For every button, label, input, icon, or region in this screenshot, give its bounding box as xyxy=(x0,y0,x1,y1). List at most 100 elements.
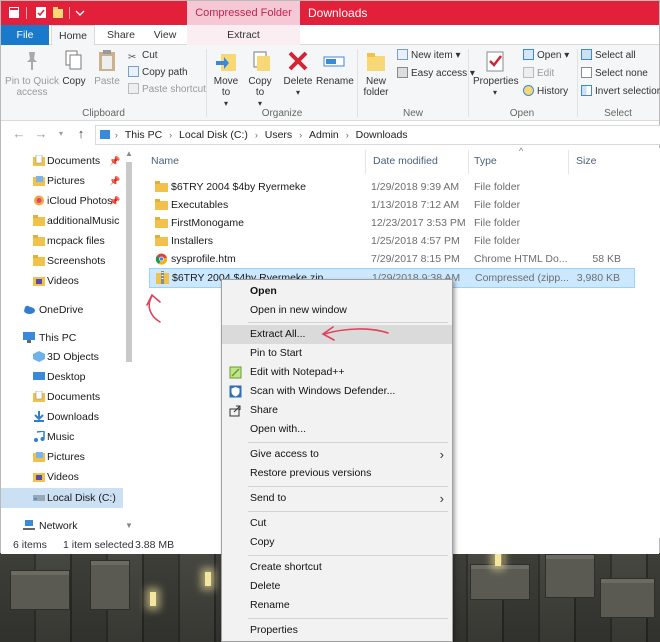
nav-item-additionalmusic[interactable]: additionalMusic xyxy=(1,211,123,231)
column-header-type[interactable]: Type xyxy=(474,155,497,167)
nav-item-3d-objects[interactable]: 3D Objects xyxy=(1,347,123,367)
copy-path-button[interactable]: Copy path xyxy=(128,66,188,80)
file-row[interactable]: $6TRY 2004 $4by Ryermeke 1/29/2018 9:39 … xyxy=(149,178,635,196)
scroll-up-icon[interactable]: ▲ xyxy=(123,148,135,160)
menu-item-edit-notepad[interactable]: Edit with Notepad++ xyxy=(222,363,452,382)
column-separator[interactable] xyxy=(468,150,469,174)
edit-button[interactable]: Edit xyxy=(523,67,554,81)
menu-item-open-with[interactable]: Open with... xyxy=(222,420,452,439)
easy-access-button[interactable]: Easy access ▾ xyxy=(397,67,475,81)
invert-selection-button[interactable]: Invert selection xyxy=(581,85,660,99)
select-all-button[interactable]: Select all xyxy=(581,49,636,63)
tab-home[interactable]: Home xyxy=(51,25,95,46)
nav-item-documents-pc[interactable]: Documents xyxy=(1,387,123,407)
pin-quick-access-button[interactable]: Pin to Quick access xyxy=(3,49,61,98)
group-label-new: New xyxy=(402,108,423,119)
nav-label: 3D Objects xyxy=(47,351,99,363)
computer-icon xyxy=(23,332,35,343)
address-bar[interactable]: › This PC › Local Disk (C:) › Users › Ad… xyxy=(95,125,660,145)
file-row[interactable]: sysprofile.htm 7/29/2017 8:15 PM Chrome … xyxy=(149,250,635,268)
breadcrumb-admin[interactable]: Admin xyxy=(309,129,339,141)
nav-item-videos-quick[interactable]: Videos xyxy=(1,271,123,291)
nav-item-screenshots[interactable]: Screenshots xyxy=(1,251,123,271)
column-separator[interactable] xyxy=(568,150,569,174)
tab-file[interactable]: File xyxy=(1,25,49,45)
menu-item-properties[interactable]: Properties xyxy=(222,621,452,640)
paste-button[interactable]: Paste xyxy=(93,49,121,87)
breadcrumb-this-pc[interactable]: This PC xyxy=(125,129,162,141)
menu-item-give-access[interactable]: Give access to › xyxy=(222,445,452,464)
forward-arrow-icon[interactable]: → xyxy=(33,126,49,142)
copy-to-button[interactable]: Copy to ▾ xyxy=(245,49,275,109)
menu-item-restore-versions[interactable]: Restore previous versions xyxy=(222,464,452,483)
music-note-icon xyxy=(34,431,45,442)
properties-label: Properties xyxy=(473,76,519,87)
menu-item-create-shortcut[interactable]: Create shortcut xyxy=(222,558,452,577)
nav-item-network[interactable]: Network xyxy=(1,516,123,536)
nav-item-music[interactable]: Music xyxy=(1,427,123,447)
nav-item-pictures-pc[interactable]: Pictures xyxy=(1,447,123,467)
new-folder-button[interactable]: New folder xyxy=(361,49,391,98)
file-row[interactable]: FirstMonogame 12/23/2017 3:53 PM File fo… xyxy=(149,214,635,232)
properties-check-icon[interactable] xyxy=(35,6,47,19)
menu-item-open[interactable]: Open xyxy=(222,282,452,301)
new-item-button[interactable]: New item ▾ xyxy=(397,49,461,63)
open-button[interactable]: Open ▾ xyxy=(523,49,569,63)
nav-item-videos-pc[interactable]: Videos xyxy=(1,467,123,487)
history-button[interactable]: History xyxy=(523,85,568,99)
menu-item-share[interactable]: Share xyxy=(222,401,452,420)
menu-item-scan-defender[interactable]: Scan with Windows Defender... xyxy=(222,382,452,401)
menu-item-open-new-window[interactable]: Open in new window xyxy=(222,301,452,320)
menu-item-pin-to-start[interactable]: Pin to Start xyxy=(222,344,452,363)
breadcrumb-local-disk[interactable]: Local Disk (C:) xyxy=(179,129,248,141)
new-folder-icon[interactable] xyxy=(52,6,64,19)
menu-item-extract-all[interactable]: Extract All... xyxy=(222,325,452,344)
quick-access-dropdown-icon[interactable] xyxy=(74,6,86,19)
menu-item-edit-notepad-label: Edit with Notepad++ xyxy=(250,366,345,378)
file-row[interactable]: Executables 1/13/2018 7:12 AM File folde… xyxy=(149,196,635,214)
nav-item-this-pc[interactable]: This PC xyxy=(1,328,123,348)
column-separator[interactable] xyxy=(365,150,366,174)
nav-scrollbar[interactable]: ▲ ▼ xyxy=(123,148,135,538)
nav-item-icloud-photos[interactable]: iCloud Photos 📌 xyxy=(1,191,123,211)
scroll-thumb[interactable] xyxy=(126,162,132,362)
nav-item-mcpack-files[interactable]: mcpack files xyxy=(1,231,123,251)
recent-locations-chevron-icon[interactable]: ▾ xyxy=(53,126,69,142)
column-header-date[interactable]: Date modified xyxy=(373,155,438,167)
up-arrow-icon[interactable]: ↑ xyxy=(73,126,89,142)
nav-item-pictures[interactable]: Pictures 📌 xyxy=(1,171,123,191)
properties-button[interactable]: Properties ▾ xyxy=(473,49,519,98)
tab-view[interactable]: View xyxy=(145,25,185,45)
menu-item-rename[interactable]: Rename xyxy=(222,596,452,615)
move-to-button[interactable]: Move to ▾ xyxy=(211,49,241,109)
onedrive-cloud-icon xyxy=(24,305,35,314)
tab-extract[interactable]: Extract xyxy=(187,25,300,45)
rename-button[interactable]: Rename xyxy=(316,49,354,87)
file-row[interactable]: Installers 1/25/2018 4:57 PM File folder xyxy=(149,232,635,250)
nav-item-local-disk[interactable]: Local Disk (C:) xyxy=(1,488,123,508)
paste-shortcut-button[interactable]: Paste shortcut xyxy=(128,83,206,97)
breadcrumb-users[interactable]: Users xyxy=(265,129,292,141)
nav-item-downloads[interactable]: Downloads xyxy=(1,407,123,427)
column-header-name[interactable]: Name xyxy=(151,155,179,167)
column-header-size[interactable]: Size xyxy=(576,155,596,167)
menu-separator xyxy=(248,511,448,512)
menu-item-cut[interactable]: Cut xyxy=(222,514,452,533)
menu-item-delete[interactable]: Delete xyxy=(222,577,452,596)
nav-item-documents[interactable]: Documents 📌 xyxy=(1,151,123,171)
open-icon xyxy=(523,49,534,60)
menu-item-send-to[interactable]: Send to › xyxy=(222,489,452,508)
nav-item-onedrive[interactable]: OneDrive xyxy=(1,300,123,320)
nav-item-desktop[interactable]: Desktop xyxy=(1,367,123,387)
breadcrumb-downloads[interactable]: Downloads xyxy=(356,129,408,141)
delete-button[interactable]: Delete ▾ xyxy=(283,49,313,98)
cut-button[interactable]: ✂ Cut xyxy=(128,49,158,63)
copy-button[interactable]: Copy xyxy=(61,49,87,87)
back-arrow-icon[interactable]: ← xyxy=(11,126,27,142)
tab-share[interactable]: Share xyxy=(97,25,145,45)
group-label-clipboard: Clipboard xyxy=(82,108,125,119)
select-none-button[interactable]: Select none xyxy=(581,67,648,81)
scroll-down-icon[interactable]: ▼ xyxy=(123,520,135,532)
menu-item-copy[interactable]: Copy xyxy=(222,533,452,552)
file-type: Compressed (zipp... xyxy=(475,272,569,284)
